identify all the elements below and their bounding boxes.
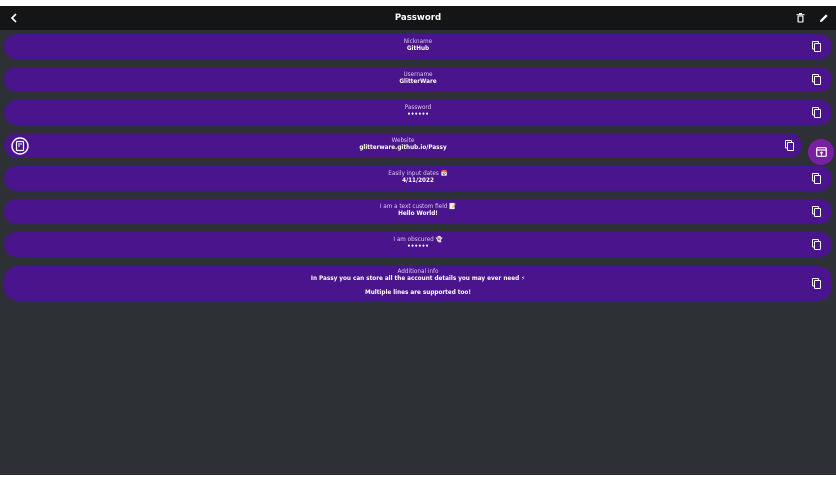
entry-value: Hello World! [398, 211, 438, 217]
copy-icon [811, 238, 821, 250]
entry-value: GlitterWare [399, 79, 437, 85]
copy-button[interactable] [809, 171, 823, 185]
copy-icon [811, 40, 821, 52]
entry-custom-date[interactable]: Easily input dates 📅 4/11/2022 [4, 166, 832, 191]
copy-icon [784, 139, 794, 151]
open-website-button[interactable] [808, 139, 834, 165]
entry-nickname[interactable]: Nickname GitHub [4, 34, 832, 59]
entry-label: Username [403, 72, 433, 78]
entry-value-line-2: Multiple lines are supported too! [365, 290, 471, 296]
entry-label: Password [404, 105, 432, 111]
copy-icon [811, 172, 821, 184]
entry-label: Website [391, 138, 415, 144]
entry-value: glitterware.github.io/Passy [359, 145, 447, 151]
copy-button[interactable] [809, 276, 823, 290]
edit-button[interactable] [816, 10, 832, 26]
copy-icon [811, 106, 821, 118]
copy-button[interactable] [782, 138, 796, 152]
copy-button[interactable] [809, 39, 823, 53]
trash-icon [796, 13, 804, 23]
copy-button[interactable] [809, 204, 823, 218]
entry-value: In Passy you can store all the account d… [310, 276, 526, 282]
entry-value: •••••• [407, 244, 429, 250]
copy-icon [811, 73, 821, 85]
entry-website[interactable]: Website glitterware.github.io/Passy [4, 133, 802, 158]
app-bar: Password [0, 6, 836, 30]
copy-button[interactable] [809, 105, 823, 119]
entry-username[interactable]: Username GlitterWare [4, 67, 832, 92]
page-title: Password [394, 13, 442, 23]
entry-additional-info[interactable]: Additional info In Passy you can store a… [4, 266, 832, 301]
copy-icon [811, 277, 821, 289]
entry-custom-obscured[interactable]: I am obscured 👻 •••••• [4, 232, 832, 257]
copy-icon [811, 205, 821, 217]
entry-label: I am obscured 👻 [393, 237, 443, 243]
copy-button[interactable] [809, 72, 823, 86]
entry-label: Additional info [397, 269, 439, 275]
entry-value: 4/11/2022 [402, 178, 434, 184]
delete-button[interactable] [792, 10, 808, 26]
open-in-browser-icon [815, 147, 827, 157]
entry-custom-text[interactable]: I am a text custom field 📝 Hello World! [4, 199, 832, 224]
entry-label: Easily input dates 📅 [388, 171, 448, 177]
entry-label: Nickname [403, 39, 433, 45]
entry-password[interactable]: Password •••••• [4, 100, 832, 125]
entry-label: I am a text custom field 📝 [379, 204, 457, 210]
entry-value: GitHub [406, 46, 430, 52]
pencil-icon [820, 14, 828, 22]
app-window: Password Nickname GitHub Username Glitte… [0, 6, 836, 475]
copy-button[interactable] [809, 237, 823, 251]
entry-value: •••••• [407, 112, 429, 118]
